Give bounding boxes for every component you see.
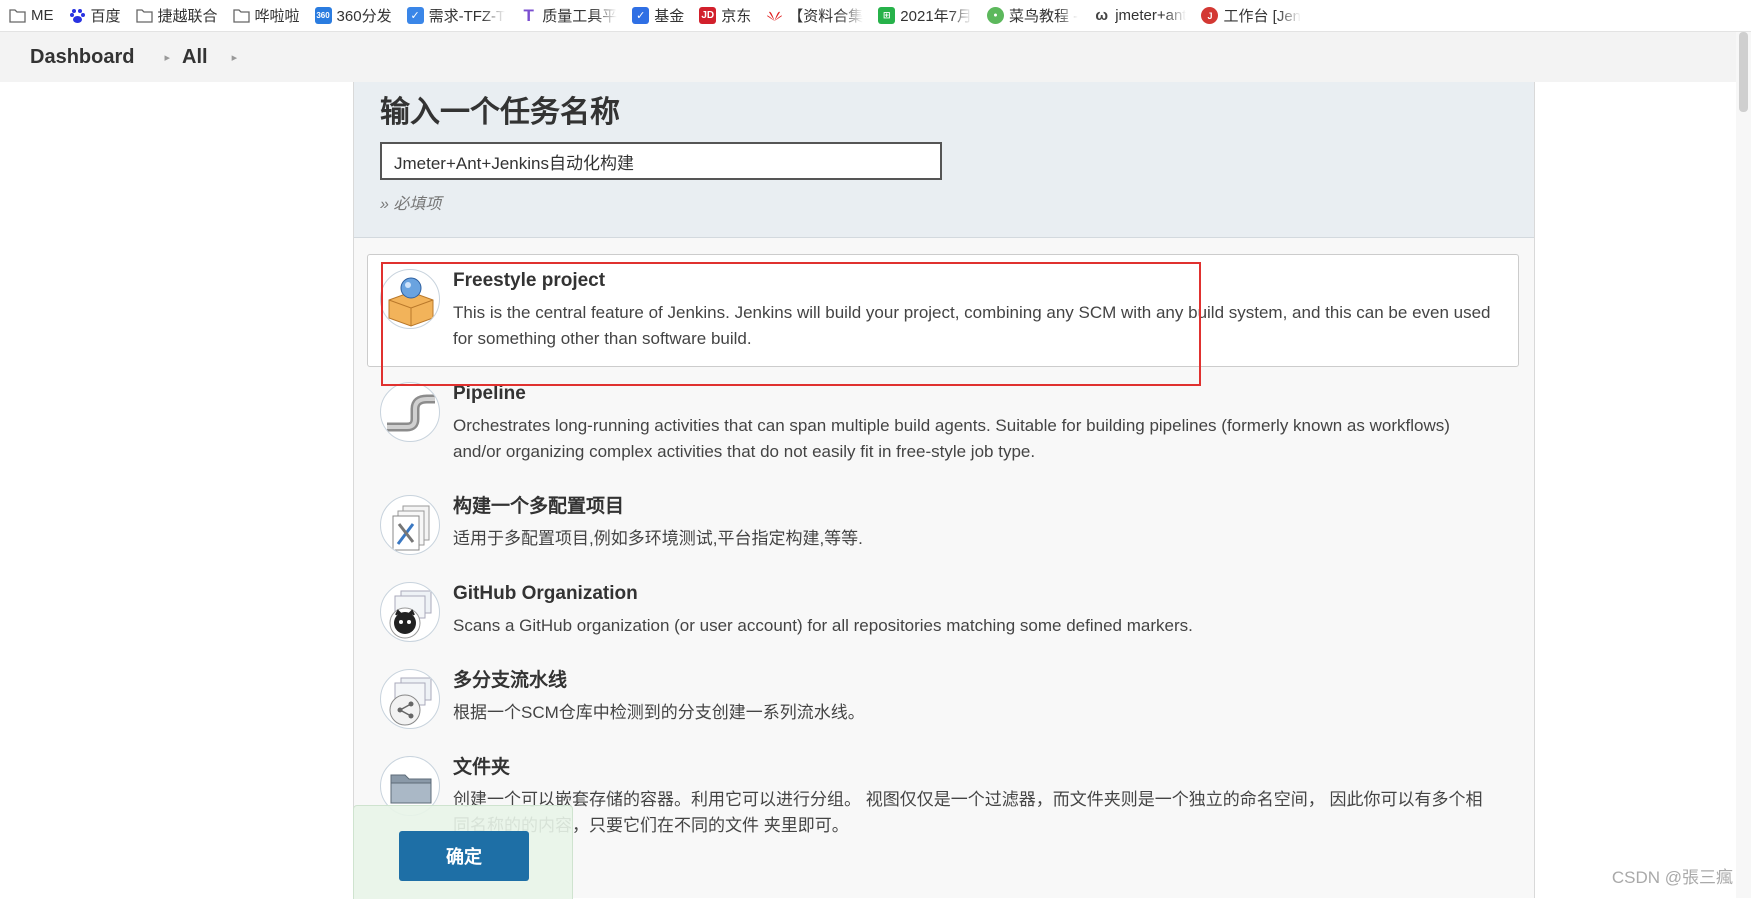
tapd-icon: ✓ (406, 7, 424, 24)
github-icon (380, 582, 440, 642)
bookmark-jieyue[interactable]: 捷越联合 (135, 5, 218, 26)
pipeline-icon (380, 382, 440, 442)
bookmark-label: 捷越联合 (157, 8, 218, 25)
folder-icon (135, 7, 153, 24)
job-type-freestyle[interactable]: Freestyle project This is the central fe… (367, 254, 1519, 367)
chevron-right-icon[interactable]: ▸ (232, 51, 238, 64)
job-type-name: 多分支流水线 (453, 670, 568, 691)
job-type-name: 构建一个多配置项目 (453, 496, 625, 517)
bookmark-runoob[interactable]: ● 菜鸟教程 - (987, 5, 1078, 26)
multi-config-icon (380, 495, 440, 555)
huawei-icon (766, 7, 783, 24)
t-icon: T (523, 5, 534, 25)
freestyle-project-icon (380, 269, 440, 329)
check-icon: ✓ (632, 7, 650, 24)
bookmark-jd[interactable]: JD 京东 (699, 5, 751, 26)
bookmark-fund[interactable]: ✓ 基金 (632, 5, 684, 26)
bookmark-label: 基金 (654, 8, 685, 25)
bookmark-quality[interactable]: T 质量工具平 (520, 5, 618, 26)
breadcrumb: Dashboard ▸ All ▸ (0, 32, 1751, 82)
multibranch-icon (380, 669, 440, 729)
scroll-thumb[interactable] (1739, 32, 1748, 112)
bookmark-me[interactable]: ME (9, 7, 54, 24)
bookmark-jenkins[interactable]: J 工作台 [Jen (1201, 5, 1301, 26)
watermark: CSDN @張三瘋 (1611, 868, 1733, 887)
bookmark-360[interactable]: 360 360分发 (314, 5, 392, 26)
bookmark-label: 360分发 (336, 8, 392, 25)
job-type-description: 适用于多配置项目,例如多环境测试,平台指定构建,等等. (453, 529, 863, 548)
omega-icon: ω (1095, 7, 1109, 24)
new-item-panel: 输入一个任务名称 » 必填项 Freestyle project This is… (353, 82, 1535, 898)
bookmark-tapd[interactable]: ✓ 需求-TFZ-T (406, 5, 506, 26)
bookmark-label: 2021年7月 (900, 8, 973, 25)
jenkins-icon: J (1201, 7, 1219, 24)
bookmark-hualala[interactable]: 哗啦啦 (232, 5, 300, 26)
folder-icon (232, 7, 250, 24)
item-name-input[interactable] (380, 142, 942, 180)
folder-icon (9, 7, 26, 24)
page-title: 输入一个任务名称 (380, 95, 620, 130)
job-type-description: Scans a GitHub organization (or user acc… (453, 616, 1193, 635)
baidu-icon (69, 7, 86, 24)
bookmark-label: 需求-TFZ-T (428, 8, 506, 25)
job-type-multi-config[interactable]: 构建一个多配置项目 适用于多配置项目,例如多环境测试,平台指定构建,等等. (367, 480, 1519, 567)
ok-button-area: 确定 (353, 805, 573, 899)
job-type-github-organization[interactable]: GitHub Organization Scans a GitHub organ… (367, 567, 1519, 654)
breadcrumb-all[interactable]: All (182, 46, 208, 69)
job-type-pipeline[interactable]: Pipeline Orchestrates long-running activ… (367, 367, 1519, 480)
bookmark-label: 菜鸟教程 - (1009, 8, 1079, 25)
bookmark-label: 工作台 [Jen (1223, 8, 1302, 25)
job-type-multibranch-pipeline[interactable]: 多分支流水线 根据一个SCM仓库中检测到的分支创建一系列流水线。 (367, 654, 1519, 741)
bookmark-label: 哗啦啦 (254, 8, 300, 25)
bookmark-jmeter[interactable]: ω jmeter+ant (1093, 7, 1186, 24)
required-note: » 必填项 (380, 196, 442, 213)
bookmark-july-sheet[interactable]: ⊞ 2021年7月 (878, 5, 972, 26)
job-type-description: This is the central feature of Jenkins. … (453, 303, 1491, 348)
job-type-name: Freestyle project (453, 270, 606, 291)
jd-icon: JD (699, 7, 717, 24)
sheet-icon: ⊞ (878, 7, 896, 24)
bookmark-label: 质量工具平 (542, 8, 618, 25)
runoob-icon: ● (987, 7, 1005, 24)
bookmark-label: 百度 (90, 8, 121, 25)
job-type-list: Freestyle project This is the central fe… (367, 254, 1519, 854)
bookmark-baidu[interactable]: 百度 (69, 5, 121, 26)
bookmarks-bar: ME 百度 捷越联合 哗啦啦 360 360分发 ✓ 需求-TFZ-T T 质量… (0, 0, 1751, 32)
bookmark-label: 京东 (721, 8, 752, 25)
scrollbar[interactable] (1736, 32, 1751, 898)
bookmark-label: jmeter+ant (1115, 7, 1187, 24)
bookmark-label: 【资料合集 (788, 8, 864, 25)
job-type-description: 创建一个可以嵌套存储的容器。利用它可以进行分组。 视图仅仅是一个过滤器，而文件夹… (453, 790, 1483, 835)
job-type-description: 根据一个SCM仓库中检测到的分支创建一系列流水线。 (453, 703, 865, 722)
bookmark-huawei[interactable]: 【资料合集 (766, 5, 863, 26)
360-icon: 360 (314, 7, 332, 24)
job-type-name: GitHub Organization (453, 583, 638, 604)
job-type-description: Orchestrates long-running activities tha… (453, 416, 1450, 461)
ok-button[interactable]: 确定 (399, 831, 529, 881)
bookmark-label: ME (31, 7, 54, 24)
breadcrumb-dashboard[interactable]: Dashboard (30, 46, 134, 69)
job-type-name: 文件夹 (453, 757, 511, 778)
item-name-section: 输入一个任务名称 » 必填项 (354, 82, 1534, 238)
job-type-name: Pipeline (453, 383, 526, 404)
chevron-right-icon[interactable]: ▸ (164, 51, 170, 64)
